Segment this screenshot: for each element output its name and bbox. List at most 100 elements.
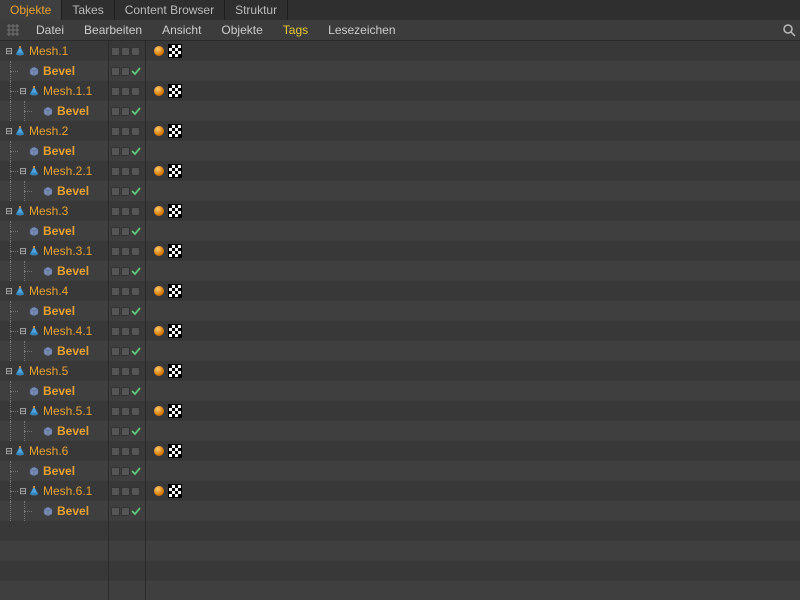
vis-render-toggle[interactable] [131, 487, 140, 496]
texture-tag-icon[interactable] [168, 284, 182, 298]
tree-row[interactable]: ⊟ Mesh.3 [0, 201, 108, 221]
layer-dot[interactable] [111, 87, 120, 96]
enable-check-icon[interactable] [131, 186, 141, 196]
phong-tag-icon[interactable] [154, 46, 164, 56]
object-label[interactable]: Bevel [57, 504, 89, 518]
tree-row[interactable]: ⊟Mesh.4 [0, 281, 108, 301]
layer-dot[interactable] [111, 387, 120, 396]
object-label[interactable]: Bevel [57, 424, 89, 438]
vis-editor-toggle[interactable] [121, 127, 130, 136]
vis-render-toggle[interactable] [131, 287, 140, 296]
tab-struktur[interactable]: Struktur [225, 0, 288, 20]
menu-datei[interactable]: Datei [26, 23, 74, 37]
collapse-icon[interactable]: ⊟ [18, 486, 28, 496]
vis-render-toggle[interactable] [131, 327, 140, 336]
vis-editor-toggle[interactable] [121, 227, 130, 236]
tree-row[interactable]: ⊟Mesh.6 [0, 441, 108, 461]
enable-check-icon[interactable] [131, 226, 141, 236]
vis-editor-toggle[interactable] [121, 107, 130, 116]
texture-tag-icon[interactable] [168, 44, 182, 58]
enable-check-icon[interactable] [131, 146, 141, 156]
phong-tag-icon[interactable] [154, 126, 164, 136]
enable-check-icon[interactable] [131, 306, 141, 316]
object-label[interactable]: Bevel [43, 464, 75, 478]
tree-row[interactable]: ·Bevel [0, 141, 108, 161]
vis-render-toggle[interactable] [131, 167, 140, 176]
vis-editor-toggle[interactable] [121, 487, 130, 496]
vis-editor-toggle[interactable] [121, 47, 130, 56]
object-label[interactable]: Bevel [43, 144, 75, 158]
object-label[interactable]: Bevel [43, 384, 75, 398]
object-label[interactable]: Mesh.5.1 [43, 404, 92, 418]
tree-row[interactable]: ·Bevel [0, 181, 108, 201]
enable-check-icon[interactable] [131, 506, 141, 516]
collapse-icon[interactable]: ⊟ [4, 126, 14, 136]
object-label[interactable]: Mesh.3 [29, 204, 68, 218]
vis-render-toggle[interactable] [131, 87, 140, 96]
tree-row[interactable]: ·Bevel [0, 381, 108, 401]
layer-dot[interactable] [111, 407, 120, 416]
object-label[interactable]: Bevel [57, 104, 89, 118]
list-icon[interactable] [6, 23, 20, 37]
texture-tag-icon[interactable] [168, 164, 182, 178]
layer-dot[interactable] [111, 367, 120, 376]
vis-editor-toggle[interactable] [121, 287, 130, 296]
layer-dot[interactable] [111, 227, 120, 236]
texture-tag-icon[interactable] [168, 444, 182, 458]
phong-tag-icon[interactable] [154, 446, 164, 456]
object-label[interactable]: Bevel [43, 64, 75, 78]
vis-editor-toggle[interactable] [121, 407, 130, 416]
tree-row[interactable]: ·Bevel [0, 461, 108, 481]
enable-check-icon[interactable] [131, 346, 141, 356]
object-label[interactable]: Mesh.1 [29, 44, 68, 58]
phong-tag-icon[interactable] [154, 206, 164, 216]
collapse-icon[interactable]: ⊟ [18, 86, 28, 96]
vis-editor-toggle[interactable] [121, 367, 130, 376]
tree-row[interactable]: ⊟ Mesh.5.1 [0, 401, 108, 421]
collapse-icon[interactable]: ⊟ [4, 206, 14, 216]
vis-editor-toggle[interactable] [121, 207, 130, 216]
tree-row[interactable]: ·Bevel [0, 341, 108, 361]
phong-tag-icon[interactable] [154, 86, 164, 96]
collapse-icon[interactable]: ⊟ [18, 406, 28, 416]
object-label[interactable]: Bevel [57, 184, 89, 198]
object-label[interactable]: Mesh.3.1 [43, 244, 92, 258]
tab-objekte[interactable]: Objekte [0, 0, 62, 20]
layer-dot[interactable] [111, 447, 120, 456]
tree-row[interactable]: ⊟ Mesh.3.1 [0, 241, 108, 261]
object-label[interactable]: Bevel [57, 264, 89, 278]
enable-check-icon[interactable] [131, 106, 141, 116]
phong-tag-icon[interactable] [154, 486, 164, 496]
vis-editor-toggle[interactable] [121, 247, 130, 256]
vis-editor-toggle[interactable] [121, 87, 130, 96]
vis-editor-toggle[interactable] [121, 427, 130, 436]
vis-render-toggle[interactable] [131, 447, 140, 456]
object-label[interactable]: Mesh.5 [29, 364, 68, 378]
vis-editor-toggle[interactable] [121, 507, 130, 516]
phong-tag-icon[interactable] [154, 246, 164, 256]
tree-row[interactable]: ⊟Mesh.5 [0, 361, 108, 381]
phong-tag-icon[interactable] [154, 366, 164, 376]
vis-render-toggle[interactable] [131, 47, 140, 56]
collapse-icon[interactable]: ⊟ [18, 166, 28, 176]
tree-row[interactable]: ⊟Mesh.1.1 [0, 81, 108, 101]
layer-dot[interactable] [111, 107, 120, 116]
object-label[interactable]: Bevel [57, 344, 89, 358]
vis-editor-toggle[interactable] [121, 327, 130, 336]
enable-check-icon[interactable] [131, 426, 141, 436]
texture-tag-icon[interactable] [168, 404, 182, 418]
vis-editor-toggle[interactable] [121, 267, 130, 276]
tree-row[interactable]: ⊟Mesh.4.1 [0, 321, 108, 341]
texture-tag-icon[interactable] [168, 484, 182, 498]
collapse-icon[interactable]: ⊟ [18, 246, 28, 256]
tree-row[interactable]: ⊟Mesh.1 [0, 41, 108, 61]
tree-row[interactable]: ·Bevel [0, 501, 108, 521]
tree-row[interactable]: ·Bevel [0, 261, 108, 281]
menu-bearbeiten[interactable]: Bearbeiten [74, 23, 152, 37]
layer-dot[interactable] [111, 507, 120, 516]
texture-tag-icon[interactable] [168, 364, 182, 378]
enable-check-icon[interactable] [131, 386, 141, 396]
enable-check-icon[interactable] [131, 66, 141, 76]
tree-row[interactable]: ·Bevel [0, 101, 108, 121]
tab-takes[interactable]: Takes [62, 0, 114, 20]
